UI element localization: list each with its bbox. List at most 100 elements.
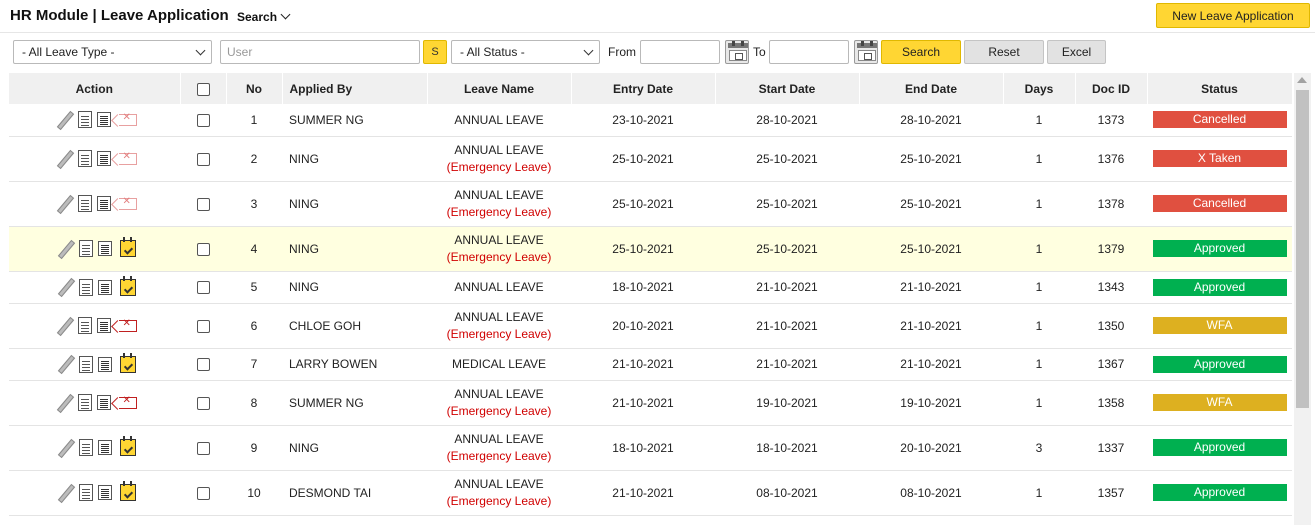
table-row[interactable]: 1SUMMER NGANNUAL LEAVE23-10-202128-10-20… bbox=[9, 104, 1292, 137]
col-end-date[interactable]: End Date bbox=[859, 73, 1004, 104]
details-list-icon[interactable] bbox=[96, 318, 111, 333]
details-list-icon[interactable] bbox=[97, 279, 112, 295]
action-cell bbox=[9, 104, 180, 137]
delete-icon[interactable] bbox=[118, 395, 137, 409]
edit-pencil-icon[interactable] bbox=[56, 240, 74, 258]
document-icon[interactable] bbox=[77, 394, 92, 411]
leave-type-select[interactable]: - All Leave Type - bbox=[13, 40, 212, 64]
search-button[interactable]: Search bbox=[881, 40, 961, 64]
edit-pencil-icon[interactable] bbox=[55, 150, 73, 168]
delete-icon[interactable] bbox=[118, 318, 137, 332]
from-calendar-icon[interactable] bbox=[725, 40, 749, 64]
details-list-icon[interactable] bbox=[96, 151, 111, 166]
col-start-date[interactable]: Start Date bbox=[715, 73, 860, 104]
col-status[interactable]: Status bbox=[1147, 73, 1293, 104]
to-date-input[interactable] bbox=[769, 40, 849, 64]
document-icon[interactable] bbox=[77, 111, 92, 129]
table-row[interactable]: 5 NING ANNUAL LEAVE 18-10-2021 21-10-2021 21-… bbox=[9, 271, 1292, 304]
calendar-check-icon[interactable] bbox=[119, 237, 136, 257]
from-date-input[interactable] bbox=[640, 40, 720, 64]
calendar-check-icon[interactable] bbox=[119, 275, 136, 296]
table-row[interactable]: 6CHLOE GOH ANNUAL LEAVE (Emergency Leave) 2… bbox=[9, 303, 1292, 349]
edit-pencil-icon[interactable] bbox=[55, 111, 73, 129]
search-toggle[interactable]: Search bbox=[237, 9, 291, 24]
scroll-up-arrow-icon[interactable] bbox=[1297, 77, 1307, 83]
details-list-icon[interactable] bbox=[97, 440, 112, 455]
cell-end-date: 21-10-2021 bbox=[859, 348, 1003, 381]
col-no[interactable]: No bbox=[226, 73, 283, 104]
document-icon[interactable] bbox=[78, 278, 93, 296]
document-icon[interactable] bbox=[78, 240, 93, 257]
details-list-icon[interactable] bbox=[97, 485, 112, 500]
table-row[interactable]: 3NING ANNUAL LEAVE (Emergency Leave) 25-10-… bbox=[9, 181, 1292, 227]
status-badge: Cancelled bbox=[1152, 111, 1287, 129]
edit-pencil-icon[interactable] bbox=[56, 278, 74, 296]
status-select[interactable]: - All Status - bbox=[451, 40, 600, 64]
document-icon[interactable] bbox=[77, 317, 92, 334]
calendar-check-icon[interactable] bbox=[119, 436, 136, 456]
edit-pencil-icon[interactable] bbox=[55, 195, 73, 213]
from-label: From bbox=[608, 45, 636, 59]
document-icon[interactable] bbox=[78, 355, 93, 373]
cell-start-date: 08-10-2021 bbox=[715, 470, 859, 516]
table-row[interactable]: 7 LARRY BOWEN MEDICAL LEAVE 21-10-2021 21-10… bbox=[9, 348, 1292, 381]
document-icon[interactable] bbox=[77, 195, 92, 212]
row-checkbox[interactable] bbox=[196, 242, 210, 256]
col-leave-name[interactable]: Leave Name bbox=[427, 73, 572, 104]
row-checkbox[interactable] bbox=[196, 113, 210, 127]
status-badge: WFA bbox=[1152, 317, 1287, 334]
table-row[interactable]: 4 NING ANNUAL LEAVE (Emergency Leave) 25-10-… bbox=[9, 226, 1292, 272]
details-list-icon[interactable] bbox=[96, 395, 111, 410]
table-row[interactable]: 8SUMMER NG ANNUAL LEAVE (Emergency Leave) 2… bbox=[9, 380, 1292, 426]
calendar-check-icon[interactable] bbox=[119, 481, 136, 501]
table-row[interactable]: 2NING ANNUAL LEAVE (Emergency Leave) 25-10-… bbox=[9, 136, 1292, 182]
document-icon[interactable] bbox=[78, 439, 93, 456]
delete-icon[interactable] bbox=[118, 112, 137, 126]
cell-entry-date: 23-10-2021 bbox=[571, 104, 715, 137]
col-doc-id[interactable]: Doc ID bbox=[1075, 73, 1148, 104]
details-list-icon[interactable] bbox=[96, 112, 111, 128]
excel-button[interactable]: Excel bbox=[1047, 40, 1106, 64]
table-row[interactable]: 9 NING ANNUAL LEAVE (Emergency Leave) 18-10-… bbox=[9, 425, 1292, 471]
delete-icon[interactable] bbox=[118, 151, 137, 165]
details-list-icon[interactable] bbox=[97, 356, 112, 372]
cell-entry-date: 18-10-2021 bbox=[571, 271, 715, 304]
edit-pencil-icon[interactable] bbox=[55, 394, 73, 412]
select-cell bbox=[180, 271, 226, 304]
row-checkbox[interactable] bbox=[196, 319, 210, 333]
row-checkbox[interactable] bbox=[196, 358, 210, 372]
cell-leave-name: ANNUAL LEAVE (Emergency Leave) bbox=[427, 303, 571, 349]
row-checkbox[interactable] bbox=[196, 152, 210, 166]
details-list-icon[interactable] bbox=[97, 241, 112, 256]
col-entry-date[interactable]: Entry Date bbox=[571, 73, 716, 104]
cell-no: 7 bbox=[226, 348, 282, 381]
row-checkbox[interactable] bbox=[196, 396, 210, 410]
chevron-down-icon bbox=[583, 45, 594, 55]
user-lookup-button[interactable]: S bbox=[423, 40, 447, 64]
col-days[interactable]: Days bbox=[1003, 73, 1076, 104]
edit-pencil-icon[interactable] bbox=[56, 484, 74, 502]
cell-applied-by: NING bbox=[282, 226, 427, 272]
row-checkbox[interactable] bbox=[196, 281, 210, 295]
edit-pencil-icon[interactable] bbox=[55, 317, 73, 335]
document-icon[interactable] bbox=[77, 150, 92, 167]
details-list-icon[interactable] bbox=[96, 196, 111, 211]
row-checkbox[interactable] bbox=[196, 197, 210, 211]
select-cell bbox=[180, 181, 226, 227]
calendar-check-icon[interactable] bbox=[119, 352, 136, 373]
edit-pencil-icon[interactable] bbox=[56, 355, 74, 373]
user-input[interactable]: User bbox=[220, 40, 420, 64]
document-icon[interactable] bbox=[78, 484, 93, 501]
scrollbar-thumb[interactable] bbox=[1296, 90, 1309, 408]
delete-icon[interactable] bbox=[118, 196, 137, 210]
table-row[interactable]: 10 DESMOND TAI ANNUAL LEAVE (Emergency Leav… bbox=[9, 470, 1292, 516]
row-checkbox[interactable] bbox=[196, 486, 210, 500]
select-all-checkbox[interactable] bbox=[196, 82, 210, 96]
new-leave-application-button[interactable]: New Leave Application bbox=[1156, 3, 1310, 28]
edit-pencil-icon[interactable] bbox=[56, 439, 74, 457]
col-applied-by[interactable]: Applied By bbox=[282, 73, 428, 104]
reset-button[interactable]: Reset bbox=[964, 40, 1044, 64]
to-calendar-icon[interactable] bbox=[854, 40, 878, 64]
leave-name-text: ANNUAL LEAVE bbox=[454, 143, 544, 157]
row-checkbox[interactable] bbox=[196, 441, 210, 455]
